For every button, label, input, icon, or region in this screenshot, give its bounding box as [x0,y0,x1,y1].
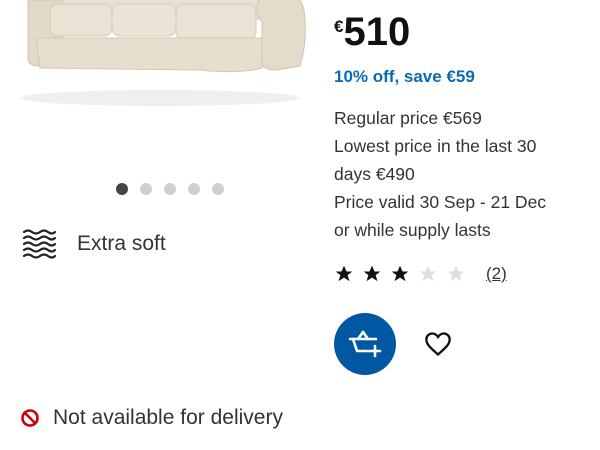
heart-icon [425,332,451,357]
carousel-dot-5[interactable] [212,183,224,195]
regular-price: Regular price €569 [334,108,482,128]
carousel-dot-2[interactable] [140,183,152,195]
availability-label: Not available for delivery [53,406,283,429]
product-image[interactable] [0,0,320,165]
feature-extra-soft: Extra soft [22,228,166,260]
add-to-cart-button[interactable] [334,313,396,375]
star-filled-icon [363,265,381,282]
price-valid-line-2: or while supply lasts [334,220,491,240]
sofa-image [0,0,320,165]
star-filled-icon [335,265,353,282]
star-empty-icon [419,265,437,282]
carousel-dot-3[interactable] [164,183,176,195]
delivery-availability: Not available for delivery [20,406,283,430]
lowest-price-line-1: Lowest price in the last 30 [334,136,537,156]
rating[interactable]: (2) [334,264,507,284]
image-carousel-dots [116,183,224,195]
price-amount: 510 [343,10,411,54]
carousel-dot-1[interactable] [116,183,128,195]
add-to-cart-icon [348,330,382,358]
price-valid-line-1: Price valid 30 Sep - 21 Dec [334,192,547,212]
price: € 510 [334,12,410,52]
carousel-dot-4[interactable] [188,183,200,195]
review-count-link[interactable]: (2) [486,264,507,284]
feature-label: Extra soft [77,232,166,255]
star-empty-icon [447,265,465,282]
price-details: Regular price €569 Lowest price in the l… [334,104,584,244]
wave-lines-icon [22,229,56,259]
lowest-price-line-2: days €490 [334,164,415,184]
not-allowed-icon [21,409,39,427]
discount-text: 10% off, save €59 [334,67,475,86]
star-filled-icon [391,265,409,282]
price-currency: € [334,17,344,36]
favorite-button[interactable] [420,326,456,362]
